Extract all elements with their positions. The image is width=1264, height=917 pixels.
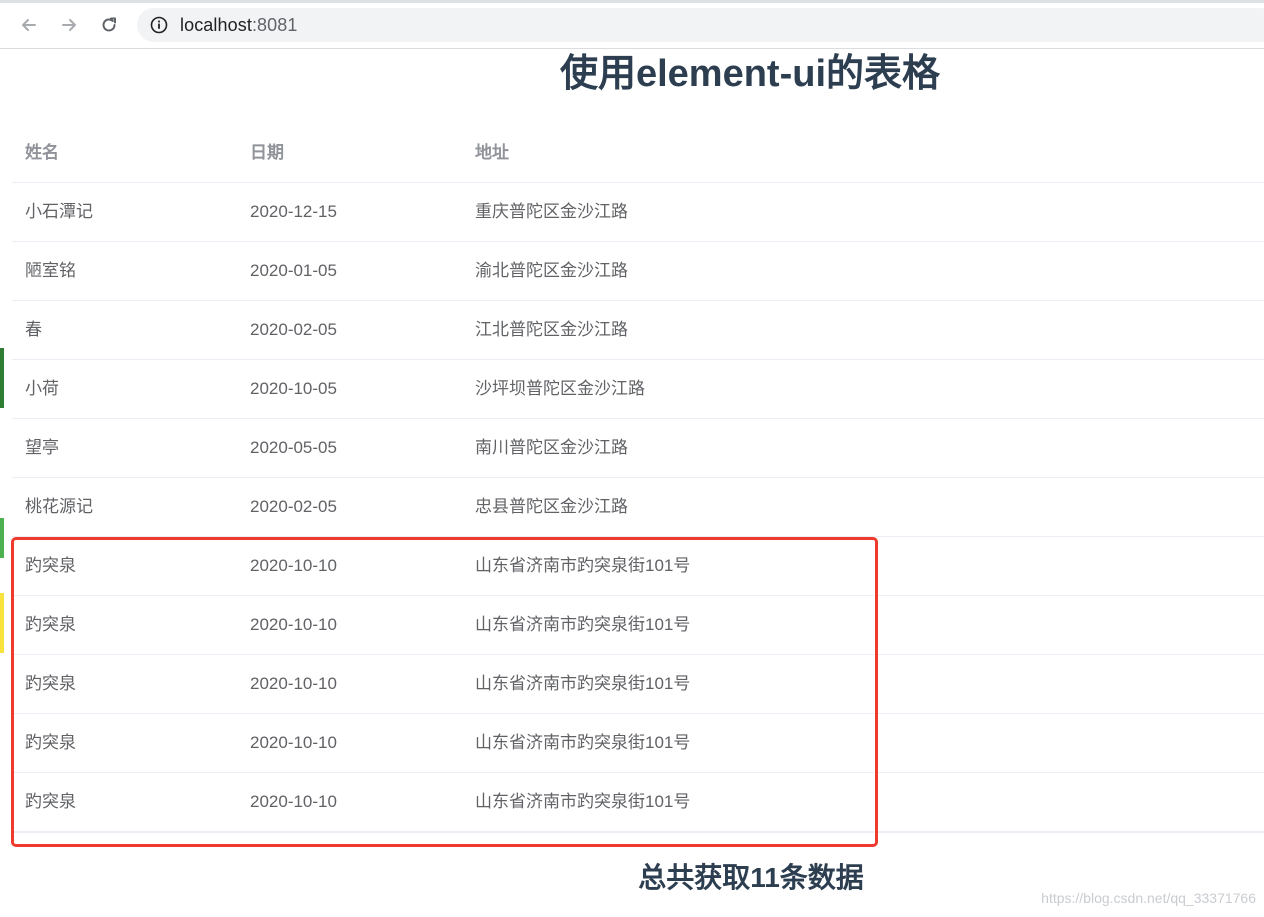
cell-name: 趵突泉 <box>25 615 76 634</box>
forward-arrow-icon[interactable] <box>54 10 84 40</box>
cell-address: 沙坪坝普陀区金沙江路 <box>475 379 645 398</box>
cell-date: 2020-10-10 <box>250 792 337 811</box>
cell-address: 山东省济南市趵突泉街101号 <box>475 615 691 634</box>
cell-name: 小石潭记 <box>25 202 93 221</box>
reload-icon[interactable] <box>94 10 124 40</box>
url-host: localhost <box>180 15 252 35</box>
table-row[interactable]: 陋室铭 2020-01-05 渝北普陀区金沙江路 <box>12 242 1264 301</box>
table-header-row: 姓名 日期 地址 <box>12 124 1264 183</box>
address-bar[interactable]: localhost:8081 <box>137 8 1264 42</box>
cell-date: 2020-10-10 <box>250 556 337 575</box>
cell-date: 2020-10-05 <box>250 379 337 398</box>
cell-date: 2020-12-15 <box>250 202 337 221</box>
cell-address: 山东省济南市趵突泉街101号 <box>475 674 691 693</box>
cell-name: 望亭 <box>25 438 59 457</box>
cell-address: 江北普陀区金沙江路 <box>475 320 628 339</box>
url-port: :8081 <box>251 15 298 35</box>
cell-date: 2020-10-10 <box>250 733 337 752</box>
cell-name: 春 <box>25 320 42 339</box>
url-text: localhost:8081 <box>180 15 298 36</box>
cell-address: 渝北普陀区金沙江路 <box>475 261 628 280</box>
data-table: 姓名 日期 地址 小石潭记 2020-12-15 重庆普陀区金沙江路 陋室铭 2… <box>12 124 1264 833</box>
cell-name: 陋室铭 <box>25 261 76 280</box>
column-header-address[interactable]: 地址 <box>475 124 509 182</box>
cell-date: 2020-01-05 <box>250 261 337 280</box>
cell-date: 2020-05-05 <box>250 438 337 457</box>
cell-name: 趵突泉 <box>25 733 76 752</box>
table-row[interactable]: 趵突泉 2020-10-10 山东省济南市趵突泉街101号 <box>12 596 1264 655</box>
info-icon[interactable] <box>150 16 168 39</box>
table-row[interactable]: 桃花源记 2020-02-05 忠县普陀区金沙江路 <box>12 478 1264 537</box>
cell-name: 桃花源记 <box>25 497 93 516</box>
table-row[interactable]: 望亭 2020-05-05 南川普陀区金沙江路 <box>12 419 1264 478</box>
cell-date: 2020-02-05 <box>250 497 337 516</box>
left-edge <box>0 48 4 917</box>
column-header-name[interactable]: 姓名 <box>25 124 59 182</box>
cell-date: 2020-02-05 <box>250 320 337 339</box>
cell-address: 重庆普陀区金沙江路 <box>475 202 628 221</box>
table-row[interactable]: 趵突泉 2020-10-10 山东省济南市趵突泉街101号 <box>12 537 1264 596</box>
table-row[interactable]: 趵突泉 2020-10-10 山东省济南市趵突泉街101号 <box>12 714 1264 773</box>
cell-name: 趵突泉 <box>25 792 76 811</box>
cell-name: 小荷 <box>25 379 59 398</box>
cell-address: 忠县普陀区金沙江路 <box>475 497 628 516</box>
cell-address: 山东省济南市趵突泉街101号 <box>475 556 691 575</box>
page-title: 使用element-ui的表格 <box>559 53 941 95</box>
table-row[interactable]: 趵突泉 2020-10-10 山东省济南市趵突泉街101号 <box>12 655 1264 714</box>
back-arrow-icon[interactable] <box>14 10 44 40</box>
cell-date: 2020-10-10 <box>250 615 337 634</box>
cell-address: 山东省济南市趵突泉街101号 <box>475 733 691 752</box>
cell-address: 南川普陀区金沙江路 <box>475 438 628 457</box>
cell-date: 2020-10-10 <box>250 674 337 693</box>
cell-name: 趵突泉 <box>25 674 76 693</box>
cell-address: 山东省济南市趵突泉街101号 <box>475 792 691 811</box>
tab-strip-edge <box>0 0 1264 3</box>
cell-name: 趵突泉 <box>25 556 76 575</box>
table-row[interactable]: 趵突泉 2020-10-10 山东省济南市趵突泉街101号 <box>12 773 1264 833</box>
table-row[interactable]: 春 2020-02-05 江北普陀区金沙江路 <box>12 301 1264 360</box>
watermark: https://blog.csdn.net/qq_33371766 <box>1041 890 1256 906</box>
table-row[interactable]: 小石潭记 2020-12-15 重庆普陀区金沙江路 <box>12 183 1264 242</box>
column-header-date[interactable]: 日期 <box>250 124 284 182</box>
browser-toolbar: localhost:8081 <box>0 0 1264 49</box>
table-row[interactable]: 小荷 2020-10-05 沙坪坝普陀区金沙江路 <box>12 360 1264 419</box>
